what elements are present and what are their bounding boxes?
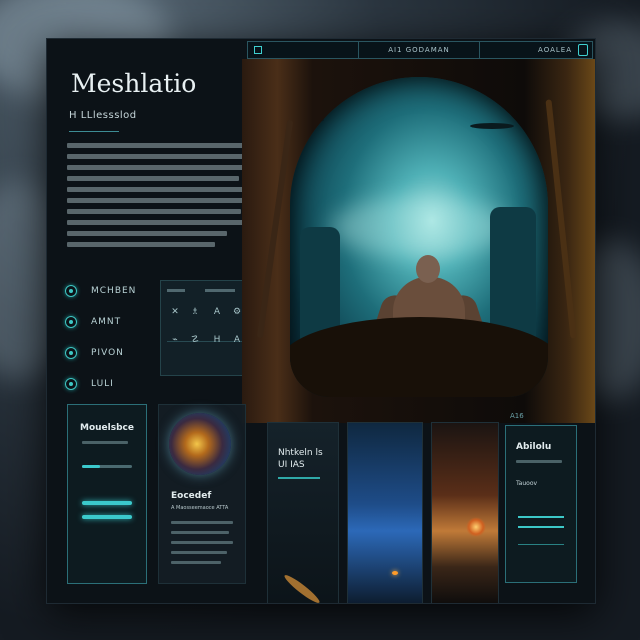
panel-fire[interactable] bbox=[431, 422, 499, 603]
body-text-line bbox=[67, 242, 215, 247]
nav-item[interactable]: MCHBEN bbox=[65, 281, 136, 301]
card-orb[interactable]: Eocedef A Maosseemaoce ATTA bbox=[158, 404, 246, 584]
panel-title: Nhtkeln ls UI IAS bbox=[278, 448, 323, 470]
panel-divider bbox=[278, 477, 320, 479]
window-icon[interactable] bbox=[254, 46, 262, 54]
tool-grid-header bbox=[167, 289, 245, 293]
nav-item[interactable]: AMNT bbox=[65, 312, 121, 332]
title-divider bbox=[69, 131, 119, 132]
tree-roots bbox=[290, 317, 548, 397]
body-text-line bbox=[67, 143, 247, 148]
app-window: AI1 GODAMAN AOALEA Meshlatio H LLlessslo… bbox=[46, 38, 596, 604]
top-bar-label[interactable]: AOALEA bbox=[538, 42, 572, 58]
nav-item-label: LULI bbox=[91, 379, 114, 389]
bird-silhouette bbox=[470, 123, 514, 129]
top-bar-title: AI1 GODAMAN bbox=[358, 42, 480, 58]
hero-illustration bbox=[242, 59, 595, 423]
panel-creature[interactable] bbox=[347, 422, 423, 603]
body-text-line bbox=[67, 220, 245, 225]
tool-icon[interactable]: ♗ bbox=[189, 307, 201, 317]
circle-icon bbox=[65, 347, 77, 359]
nav-item[interactable]: PIVON bbox=[65, 343, 124, 363]
tool-icon[interactable]: A bbox=[211, 307, 223, 317]
slider[interactable] bbox=[82, 465, 132, 468]
body-text-line bbox=[67, 154, 243, 159]
hero-portal bbox=[290, 77, 548, 397]
card-subtitle: A Maosseemaoce ATTA bbox=[171, 505, 229, 511]
card-heading: A16 bbox=[510, 412, 524, 420]
body-text-line bbox=[67, 176, 239, 181]
circle-icon bbox=[65, 378, 77, 390]
card-title: Mouelsbce bbox=[80, 423, 134, 433]
tool-icon[interactable]: ✕ bbox=[169, 307, 181, 317]
tool-icon[interactable]: ⌁ bbox=[169, 335, 181, 345]
body-text-line bbox=[67, 231, 227, 236]
horn-image bbox=[282, 572, 322, 603]
nav-item-label: MCHBEN bbox=[91, 286, 137, 296]
circle-icon bbox=[65, 316, 77, 328]
battery-icon bbox=[578, 44, 588, 56]
nav-item-label: AMNT bbox=[91, 317, 122, 327]
tool-grid: ✕ ♗ A ⚙ ⌁ ☡ H A bbox=[160, 280, 252, 376]
bird-silhouette bbox=[290, 117, 324, 123]
body-text-line bbox=[67, 165, 247, 170]
card-title: Abilolu bbox=[516, 442, 552, 452]
circle-icon bbox=[65, 285, 77, 297]
tool-icon[interactable]: H bbox=[211, 335, 223, 345]
page-title: Meshlatio bbox=[71, 69, 197, 98]
body-text-line bbox=[67, 187, 245, 192]
fire-spark bbox=[466, 517, 486, 537]
nav-item[interactable]: LULI bbox=[65, 374, 114, 394]
nav-item-label: PIVON bbox=[91, 348, 124, 358]
card-title: Eocedef bbox=[171, 491, 212, 501]
body-text-line bbox=[67, 198, 247, 203]
body-text-line bbox=[67, 209, 241, 214]
panel-story[interactable]: Nhtkeln ls UI IAS bbox=[267, 422, 339, 603]
top-bar: AI1 GODAMAN AOALEA bbox=[247, 41, 593, 59]
card-settings[interactable]: Mouelsbce bbox=[67, 404, 147, 584]
card-ability[interactable]: A16 Abilolu Tauoov bbox=[505, 412, 577, 583]
tool-icon[interactable]: ☡ bbox=[189, 335, 201, 345]
page-subtitle: H LLlessslod bbox=[69, 110, 137, 121]
card-label: Tauoov bbox=[516, 480, 538, 487]
orb-image bbox=[169, 413, 231, 475]
creature-eye bbox=[392, 571, 398, 575]
accent-bar[interactable] bbox=[82, 515, 132, 519]
accent-bar[interactable] bbox=[82, 501, 132, 505]
